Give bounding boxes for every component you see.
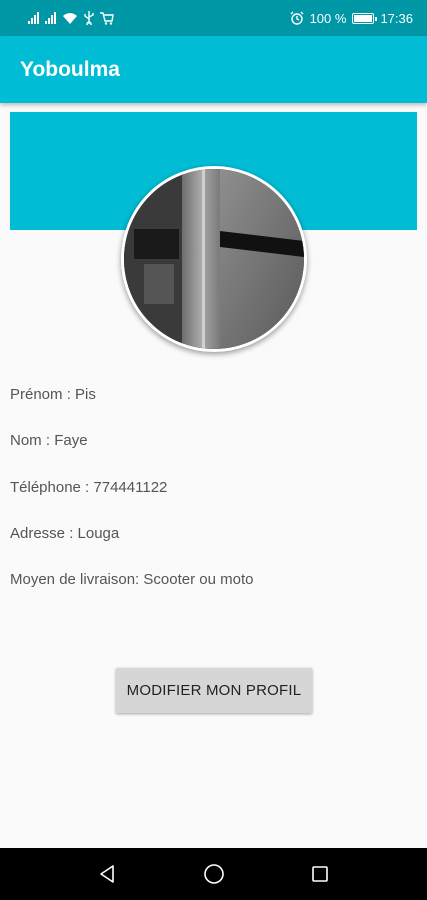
home-icon[interactable]: [197, 857, 231, 891]
avatar-photo: [124, 169, 304, 349]
signal-icon: [28, 10, 39, 26]
info-livraison-value: Scooter ou moto: [143, 571, 254, 588]
avatar[interactable]: [121, 166, 307, 352]
status-left: [28, 10, 114, 26]
info-livraison-label: Moyen de livraison:: [10, 571, 144, 588]
status-time: 17:36: [380, 10, 413, 26]
info-adresse-label: Adresse :: [10, 525, 78, 542]
info-nom: Nom : Faye: [10, 432, 88, 449]
usb-icon: [84, 10, 94, 26]
status-right: 100 % 17:36: [290, 10, 413, 26]
info-adresse-value: Louga: [77, 525, 120, 542]
alarm-icon: [290, 10, 304, 26]
recents-icon[interactable]: [303, 857, 337, 891]
back-icon[interactable]: [91, 857, 125, 891]
cart-icon: [100, 10, 114, 26]
app-title: Yoboulma: [20, 57, 120, 81]
info-adresse: Adresse : Louga: [10, 525, 119, 542]
modify-profile-button[interactable]: MODIFIER MON PROFIL: [116, 668, 312, 713]
info-prenom-value: Pis: [75, 386, 96, 403]
info-livraison: Moyen de livraison: Scooter ou moto: [10, 571, 253, 588]
battery-icon: [352, 12, 378, 24]
navigation-bar: [0, 848, 427, 900]
info-nom-label: Nom :: [10, 432, 55, 449]
app-bar: Yoboulma: [0, 36, 427, 103]
info-telephone-value: 774441122: [93, 479, 168, 496]
signal-icon: [45, 10, 56, 26]
battery-percent: 100 %: [309, 10, 347, 26]
info-prenom: Prénom : Pis: [10, 386, 96, 403]
status-bar: 100 % 17:36: [0, 0, 427, 36]
info-telephone-label: Téléphone :: [10, 479, 94, 496]
info-nom-value: Faye: [54, 432, 88, 449]
wifi-icon: [62, 10, 78, 26]
info-prenom-label: Prénom :: [10, 386, 76, 403]
info-telephone: Téléphone : 774441122: [10, 479, 167, 496]
